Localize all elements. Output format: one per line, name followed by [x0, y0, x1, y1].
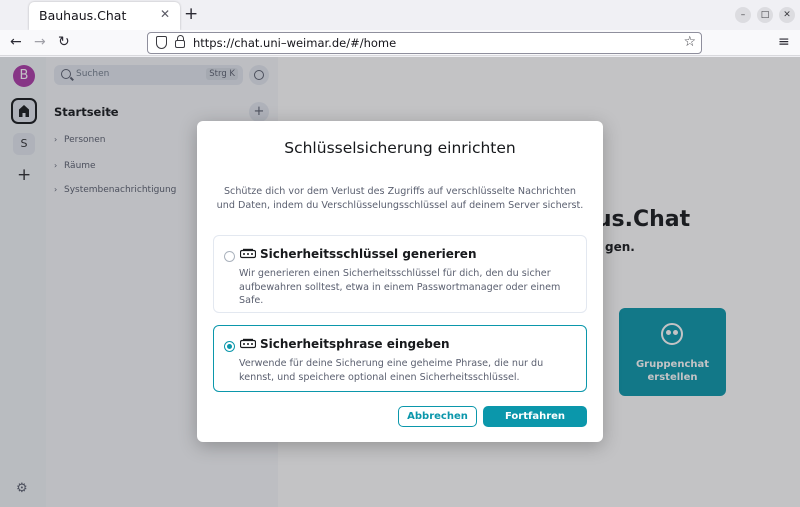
option-generate-key[interactable]: Sicherheitsschlüssel generieren Wir gene…	[213, 235, 587, 313]
cancel-button[interactable]: Abbrechen	[398, 406, 477, 427]
radio-generate-key[interactable]	[224, 251, 235, 262]
security-phrase-icon	[240, 338, 256, 349]
option-description: Verwende für deine Sicherung eine geheim…	[239, 358, 544, 383]
lock-icon[interactable]	[175, 35, 185, 48]
minimize-icon[interactable]: –	[735, 7, 751, 23]
url-bar[interactable]: https://chat.uni–weimar.de/#/home ☆	[147, 32, 702, 54]
bookmark-star-icon[interactable]: ☆	[683, 34, 696, 50]
back-icon[interactable]: ←	[10, 34, 22, 50]
forward-icon[interactable]: →	[34, 34, 46, 50]
security-key-icon	[240, 248, 256, 259]
option-enter-phrase[interactable]: Sicherheitsphrase eingeben Verwende für …	[213, 325, 587, 392]
tab-title: Bauhaus.Chat	[39, 8, 127, 23]
maximize-icon[interactable]: □	[757, 7, 773, 23]
url-text: https://chat.uni–weimar.de/#/home	[193, 36, 397, 50]
browser-tab[interactable]: Bauhaus.Chat ✕	[29, 2, 180, 30]
reload-icon[interactable]: ↻	[58, 34, 70, 50]
shield-icon[interactable]	[156, 36, 167, 49]
dialog-description: Schütze dich vor dem Verlust des Zugriff…	[216, 186, 584, 211]
option-description: Wir generieren einen Sicherheitsschlüsse…	[239, 268, 561, 306]
close-window-icon[interactable]: ✕	[779, 7, 795, 23]
dialog-title: Schlüsselsicherung einrichten	[284, 139, 516, 157]
close-tab-icon[interactable]: ✕	[160, 7, 170, 21]
continue-button[interactable]: Fortfahren	[483, 406, 587, 427]
radio-enter-phrase[interactable]	[224, 341, 235, 352]
option-title: Sicherheitsphrase eingeben	[260, 337, 450, 351]
key-backup-dialog: Schlüsselsicherung einrichten Schütze di…	[197, 121, 603, 442]
hamburger-menu-icon[interactable]: ≡	[778, 34, 790, 50]
new-tab-icon[interactable]: +	[184, 5, 198, 23]
option-title: Sicherheitsschlüssel generieren	[260, 247, 477, 261]
browser-tabbar: Bauhaus.Chat ✕ + – □ ✕	[0, 0, 800, 30]
browser-navbar: ← → ↻ https://chat.uni–weimar.de/#/home …	[0, 30, 800, 56]
